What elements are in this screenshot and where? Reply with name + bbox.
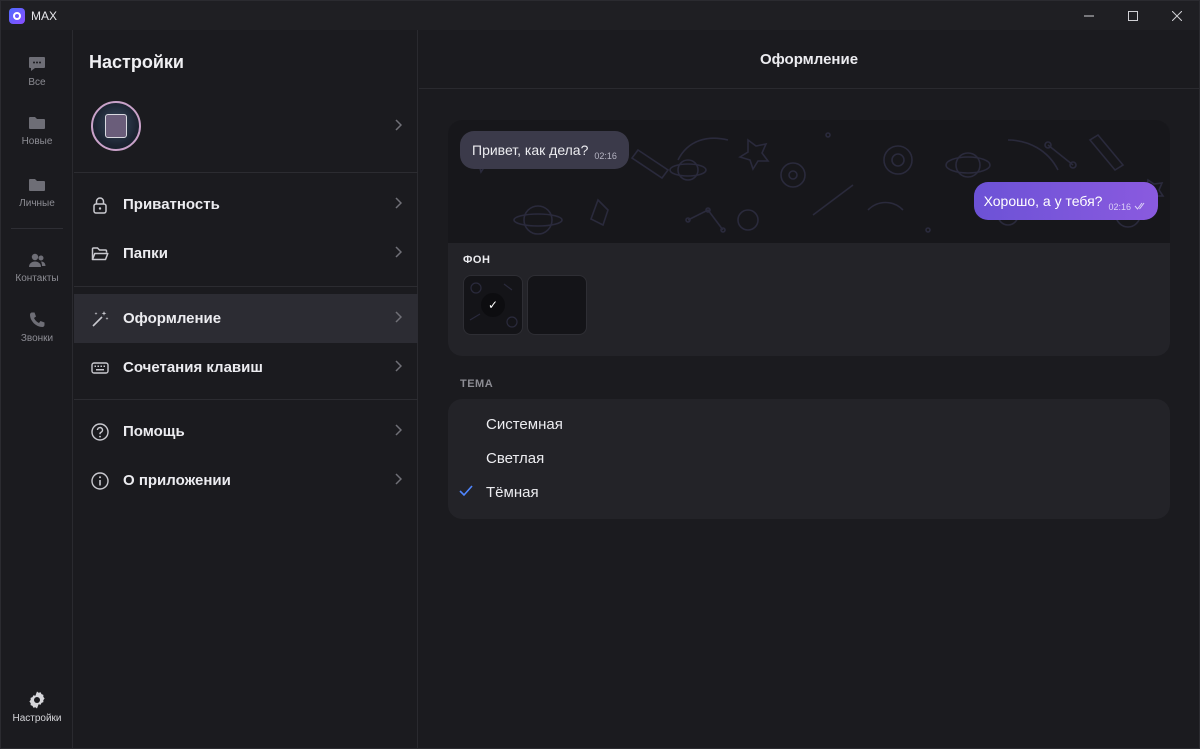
- appearance-pane: Оформление Привет, как дела? 02:16 Хорош…: [419, 30, 1199, 748]
- profile-row[interactable]: [74, 96, 418, 160]
- menu-item-shortcuts[interactable]: Сочетания клавиш: [74, 343, 418, 392]
- help-icon: [90, 422, 110, 442]
- background-card: Привет, как дела? 02:16 Хорошо, а у тебя…: [448, 120, 1170, 356]
- rail-item-new[interactable]: Новые: [1, 113, 73, 147]
- menu-item-label: Сочетания клавиш: [123, 359, 263, 376]
- chevron-right-icon: [394, 196, 403, 212]
- rail-label: Контакты: [15, 273, 59, 284]
- rail-item-all[interactable]: Все: [1, 54, 73, 88]
- rail-label: Все: [28, 77, 46, 88]
- message-time: 02:16: [594, 151, 617, 161]
- app-logo-icon: [9, 7, 25, 24]
- theme-card: Системная Светлая Тёмная: [448, 399, 1170, 519]
- chevron-right-icon: [394, 118, 403, 134]
- menu-item-label: Помощь: [123, 423, 185, 440]
- rail-label: Настройки: [12, 713, 62, 724]
- app-window: MAX Все Новые Личные Контакты Звонки Нас…: [0, 0, 1200, 749]
- info-icon: [90, 471, 110, 491]
- rail-item-contacts[interactable]: Контакты: [1, 250, 73, 284]
- menu-item-appearance[interactable]: Оформление: [74, 294, 418, 343]
- message-time: 02:16: [1108, 202, 1131, 212]
- nav-rail: Все Новые Личные Контакты Звонки Настрой…: [1, 30, 73, 748]
- divider: [74, 399, 418, 400]
- settings-panel: Настройки Приватность Папки Оформление С…: [74, 30, 418, 748]
- check-icon: [459, 484, 473, 500]
- theme-option-system[interactable]: Системная: [448, 407, 1170, 441]
- outgoing-message-bubble: Хорошо, а у тебя? 02:16: [973, 182, 1158, 220]
- maximize-icon: [1128, 10, 1138, 21]
- contacts-icon: [27, 250, 47, 270]
- check-icon: ✓: [481, 293, 505, 317]
- close-button[interactable]: [1155, 1, 1199, 30]
- chat-bubble-icon: [27, 54, 47, 74]
- message-text: Хорошо, а у тебя?: [983, 193, 1103, 209]
- rail-item-calls[interactable]: Звонки: [1, 310, 73, 344]
- theme-option-light[interactable]: Светлая: [448, 441, 1170, 475]
- menu-item-help[interactable]: Помощь: [74, 407, 418, 456]
- rail-item-settings[interactable]: Настройки: [1, 690, 73, 724]
- theme-section-label: ТЕМА: [460, 378, 494, 390]
- divider: [74, 286, 418, 287]
- folder-icon: [27, 113, 47, 133]
- incoming-message-bubble: Привет, как дела? 02:16: [460, 131, 629, 169]
- avatar: [91, 101, 141, 151]
- maximize-button[interactable]: [1111, 1, 1155, 30]
- window-controls: [1067, 1, 1199, 30]
- title-bar: MAX: [1, 1, 1199, 30]
- menu-item-label: О приложении: [123, 472, 231, 489]
- rail-label: Звонки: [20, 333, 54, 344]
- gear-icon: [27, 690, 47, 710]
- folder-open-icon: [90, 244, 110, 264]
- theme-option-label: Светлая: [486, 449, 545, 467]
- rail-label: Новые: [21, 136, 53, 147]
- rail-item-personal[interactable]: Личные: [1, 175, 73, 209]
- magic-wand-icon: [90, 309, 110, 329]
- rail-divider: [11, 228, 63, 229]
- chat-preview: Привет, как дела? 02:16 Хорошо, а у тебя…: [448, 120, 1170, 243]
- settings-title: Настройки: [89, 52, 184, 72]
- wallpaper-swatch-pattern[interactable]: ✓: [463, 275, 523, 335]
- theme-option-label: Системная: [486, 415, 563, 433]
- keyboard-icon: [90, 358, 110, 378]
- menu-item-label: Папки: [123, 245, 168, 262]
- theme-option-dark[interactable]: Тёмная: [448, 475, 1170, 509]
- menu-item-privacy[interactable]: Приватность: [74, 180, 418, 229]
- lock-icon: [90, 195, 110, 215]
- menu-item-folders[interactable]: Папки: [74, 229, 418, 278]
- pane-header: Оформление: [419, 30, 1199, 89]
- minimize-button[interactable]: [1067, 1, 1111, 30]
- minimize-icon: [1084, 15, 1094, 16]
- phone-icon: [27, 310, 47, 330]
- chevron-right-icon: [394, 423, 403, 439]
- message-text: Привет, как дела?: [472, 142, 589, 158]
- page-title: Оформление: [759, 50, 859, 68]
- double-check-icon: [1134, 202, 1148, 212]
- theme-option-label: Тёмная: [486, 483, 539, 501]
- chevron-right-icon: [394, 359, 403, 375]
- wallpaper-swatch-plain[interactable]: [527, 275, 587, 335]
- rail-label: Личные: [19, 198, 55, 209]
- background-section-label: ФОН: [463, 254, 491, 266]
- chevron-right-icon: [394, 310, 403, 326]
- close-icon: [1172, 10, 1182, 21]
- window-title: MAX: [31, 8, 58, 23]
- chevron-right-icon: [394, 245, 403, 261]
- menu-item-label: Приватность: [123, 196, 220, 213]
- chevron-right-icon: [394, 472, 403, 488]
- folder-icon: [27, 175, 47, 195]
- menu-item-about[interactable]: О приложении: [74, 456, 418, 505]
- divider: [74, 172, 418, 173]
- menu-item-label: Оформление: [123, 310, 222, 327]
